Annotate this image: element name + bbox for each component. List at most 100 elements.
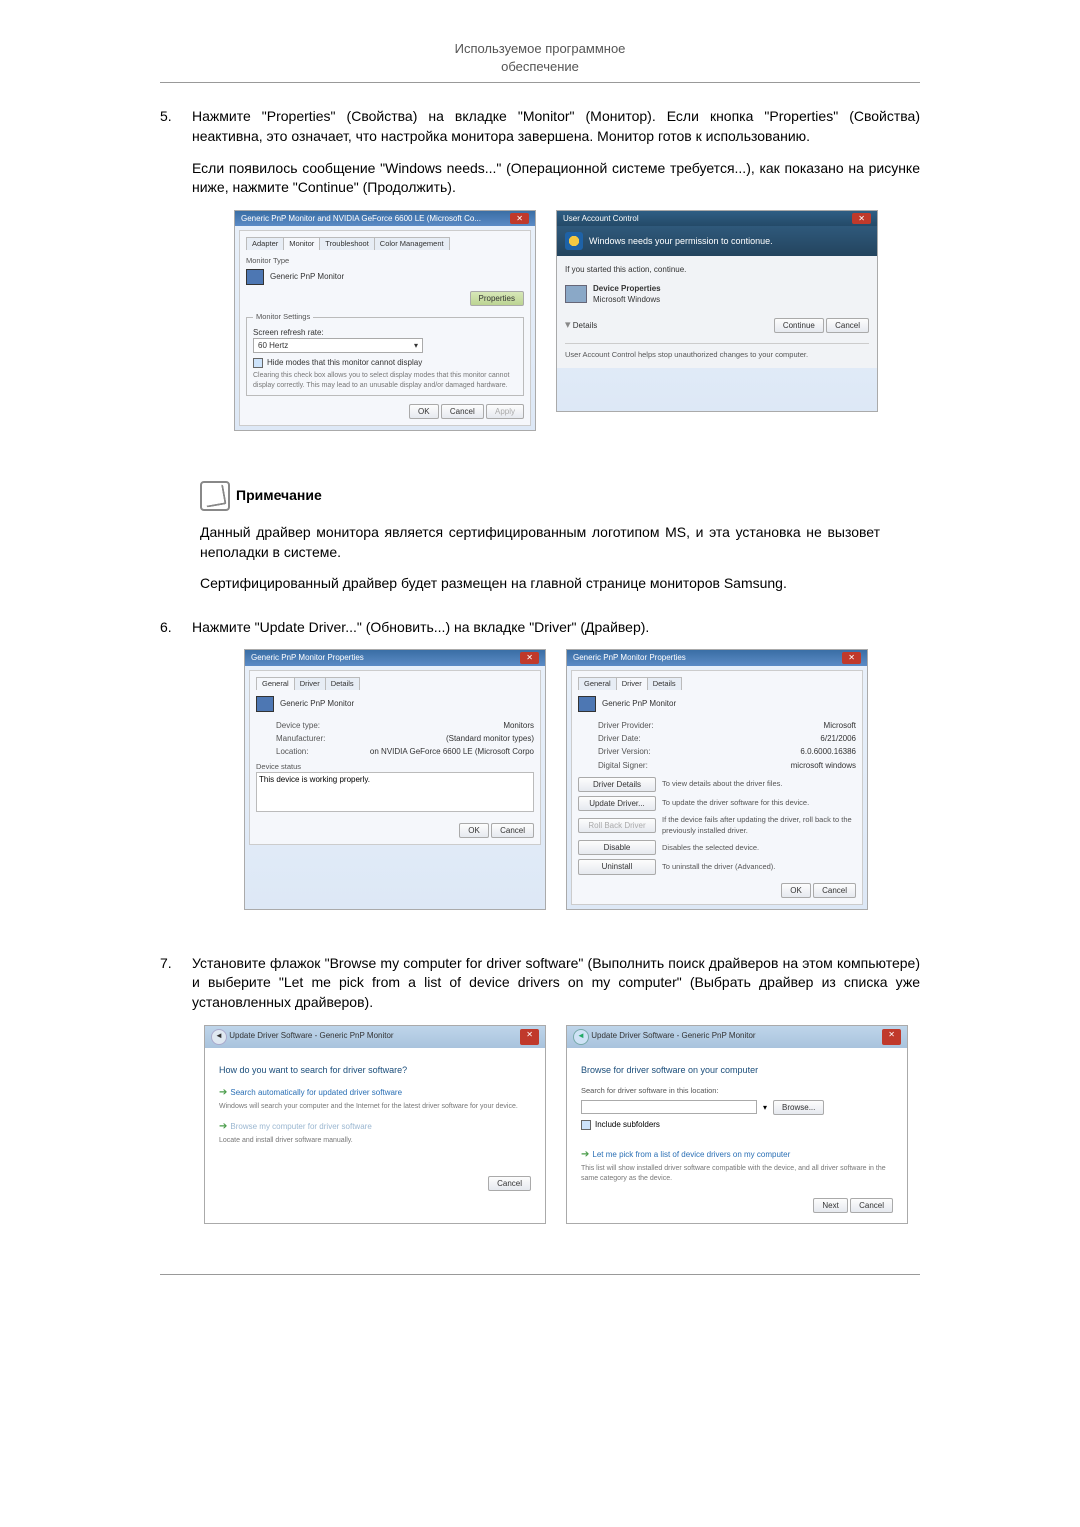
- uac-band-text: Windows needs your permission to contion…: [589, 235, 773, 248]
- note-text-1: Данный драйвер монитора является сертифи…: [200, 523, 880, 562]
- wiz1-option-auto[interactable]: Search automatically for updated driver …: [230, 1088, 402, 1097]
- uac-window: User Account Control ✕ Windows needs you…: [556, 210, 878, 412]
- pnp-general-title: Generic PnP Monitor Properties: [251, 652, 364, 663]
- step-7-number: 7.: [160, 954, 192, 1244]
- tab-general[interactable]: General: [256, 677, 295, 691]
- browse-button[interactable]: Browse...: [773, 1100, 824, 1115]
- tab-color-mgmt[interactable]: Color Management: [374, 237, 450, 251]
- uac-details-link[interactable]: Details: [573, 321, 597, 330]
- close-icon[interactable]: ✕: [520, 652, 539, 663]
- close-icon[interactable]: ✕: [852, 213, 871, 224]
- pnp-general-name: Generic PnP Monitor: [280, 698, 354, 709]
- cancel-button[interactable]: Cancel: [850, 1198, 893, 1213]
- tab-monitor[interactable]: Monitor: [283, 237, 320, 251]
- ok-button[interactable]: OK: [459, 823, 489, 838]
- hide-modes-checkbox[interactable]: [253, 358, 263, 368]
- tab-driver[interactable]: Driver: [294, 677, 326, 691]
- ok-button[interactable]: OK: [781, 883, 811, 898]
- apply-button[interactable]: Apply: [486, 404, 524, 419]
- wiz2-search-label: Search for driver software in this locat…: [581, 1086, 893, 1097]
- pnp-driver-name: Generic PnP Monitor: [602, 698, 676, 709]
- chevron-down-icon: ▾: [414, 340, 418, 351]
- header-line-2: обеспечение: [160, 58, 920, 76]
- uac-device-vendor: Microsoft Windows: [593, 294, 661, 305]
- close-icon[interactable]: ✕: [882, 1029, 901, 1045]
- pnp-properties-driver-window: Generic PnP Monitor Properties ✕ General…: [566, 649, 868, 909]
- chevron-down-icon[interactable]: ▾: [763, 1102, 767, 1113]
- include-subfolders-checkbox[interactable]: [581, 1120, 591, 1130]
- tab-adapter[interactable]: Adapter: [246, 237, 284, 251]
- monitor-window-title: Generic PnP Monitor and NVIDIA GeForce 6…: [241, 213, 481, 224]
- tab-troubleshoot[interactable]: Troubleshoot: [319, 237, 375, 251]
- uninstall-button[interactable]: Uninstall: [578, 859, 656, 874]
- refresh-rate-select[interactable]: 60 Hertz ▾: [253, 338, 423, 353]
- uac-footer: User Account Control helps stop unauthor…: [565, 343, 869, 361]
- update-driver-wizard-browse: ◄ Update Driver Software - Generic PnP M…: [566, 1025, 908, 1224]
- tab-general[interactable]: General: [578, 677, 617, 691]
- monitor-icon: [246, 269, 264, 285]
- refresh-rate-label: Screen refresh rate:: [253, 327, 517, 338]
- cancel-button[interactable]: Cancel: [441, 404, 484, 419]
- cancel-button[interactable]: Cancel: [491, 823, 534, 838]
- cancel-button[interactable]: Cancel: [826, 318, 869, 333]
- cancel-button[interactable]: Cancel: [488, 1176, 531, 1191]
- footer-separator: [160, 1274, 920, 1275]
- close-icon[interactable]: ✕: [510, 213, 529, 224]
- uac-device-name: Device Properties: [593, 283, 661, 294]
- pnp-driver-title: Generic PnP Monitor Properties: [573, 652, 686, 663]
- arrow-icon: ➔: [219, 1087, 227, 1098]
- location-input[interactable]: [581, 1100, 757, 1114]
- close-icon[interactable]: ✕: [842, 652, 861, 663]
- back-icon[interactable]: ◄: [211, 1029, 227, 1045]
- wiz2-option-pick[interactable]: Let me pick from a list of device driver…: [592, 1150, 790, 1159]
- wiz1-option-browse-desc: Locate and install driver software manua…: [219, 1136, 531, 1146]
- include-subfolders-label: Include subfolders: [595, 1119, 660, 1130]
- ok-button[interactable]: OK: [409, 404, 439, 419]
- update-driver-button[interactable]: Update Driver...: [578, 796, 656, 811]
- tab-details[interactable]: Details: [647, 677, 682, 691]
- device-icon: [565, 285, 587, 303]
- monitor-tabs: Adapter Monitor Troubleshoot Color Manag…: [246, 237, 524, 251]
- monitor-icon: [578, 696, 596, 712]
- wiz1-title: Update Driver Software - Generic PnP Mon…: [229, 1031, 393, 1040]
- monitor-icon: [256, 696, 274, 712]
- properties-button[interactable]: Properties: [470, 291, 524, 306]
- rollback-driver-button[interactable]: Roll Back Driver: [578, 818, 656, 833]
- step-6-number: 6.: [160, 618, 192, 930]
- arrow-icon: ➔: [219, 1121, 227, 1132]
- chevron-down-icon[interactable]: ▾: [565, 319, 571, 331]
- monitor-type-label: Monitor Type: [246, 256, 524, 267]
- monitor-settings-legend: Monitor Settings: [253, 312, 313, 323]
- tab-driver[interactable]: Driver: [616, 677, 648, 691]
- hide-modes-desc: Clearing this check box allows you to se…: [253, 371, 517, 391]
- update-driver-wizard-search: ◄ Update Driver Software - Generic PnP M…: [204, 1025, 546, 1224]
- step-7-text: Установите флажок "Browse my computer fo…: [192, 954, 920, 1013]
- step-5-text-1: Нажмите "Properties" (Свойства) на вклад…: [192, 107, 920, 146]
- device-status-label: Device status: [256, 762, 534, 773]
- uac-started-text: If you started this action, continue.: [565, 264, 869, 275]
- uac-title: User Account Control: [563, 213, 639, 224]
- shield-icon: [565, 232, 583, 250]
- step-5-number: 5.: [160, 107, 192, 451]
- wiz1-option-browse[interactable]: Browse my computer for driver software: [230, 1122, 371, 1131]
- device-status-box: This device is working properly.: [256, 772, 534, 812]
- note-text-2: Сертифицированный драйвер будет размещен…: [200, 574, 880, 594]
- back-icon[interactable]: ◄: [573, 1029, 589, 1045]
- page-header: Используемое программное обеспечение: [160, 40, 920, 83]
- close-icon[interactable]: ✕: [520, 1029, 539, 1045]
- wiz2-heading: Browse for driver software on your compu…: [581, 1064, 893, 1077]
- step-6-text: Нажмите "Update Driver..." (Обновить...)…: [192, 618, 920, 638]
- note-title: Примечание: [236, 486, 322, 506]
- arrow-icon: ➔: [581, 1149, 589, 1160]
- disable-button[interactable]: Disable: [578, 840, 656, 855]
- monitor-properties-window: Generic PnP Monitor and NVIDIA GeForce 6…: [234, 210, 536, 431]
- next-button[interactable]: Next: [813, 1198, 847, 1213]
- tab-details[interactable]: Details: [325, 677, 360, 691]
- driver-details-button[interactable]: Driver Details: [578, 777, 656, 792]
- pnp-properties-general-window: Generic PnP Monitor Properties ✕ General…: [244, 649, 546, 909]
- wiz2-option-pick-desc: This list will show installed driver sof…: [581, 1164, 893, 1184]
- wiz1-question: How do you want to search for driver sof…: [219, 1064, 531, 1077]
- continue-button[interactable]: Continue: [774, 318, 824, 333]
- header-line-1: Используемое программное: [160, 40, 920, 58]
- cancel-button[interactable]: Cancel: [813, 883, 856, 898]
